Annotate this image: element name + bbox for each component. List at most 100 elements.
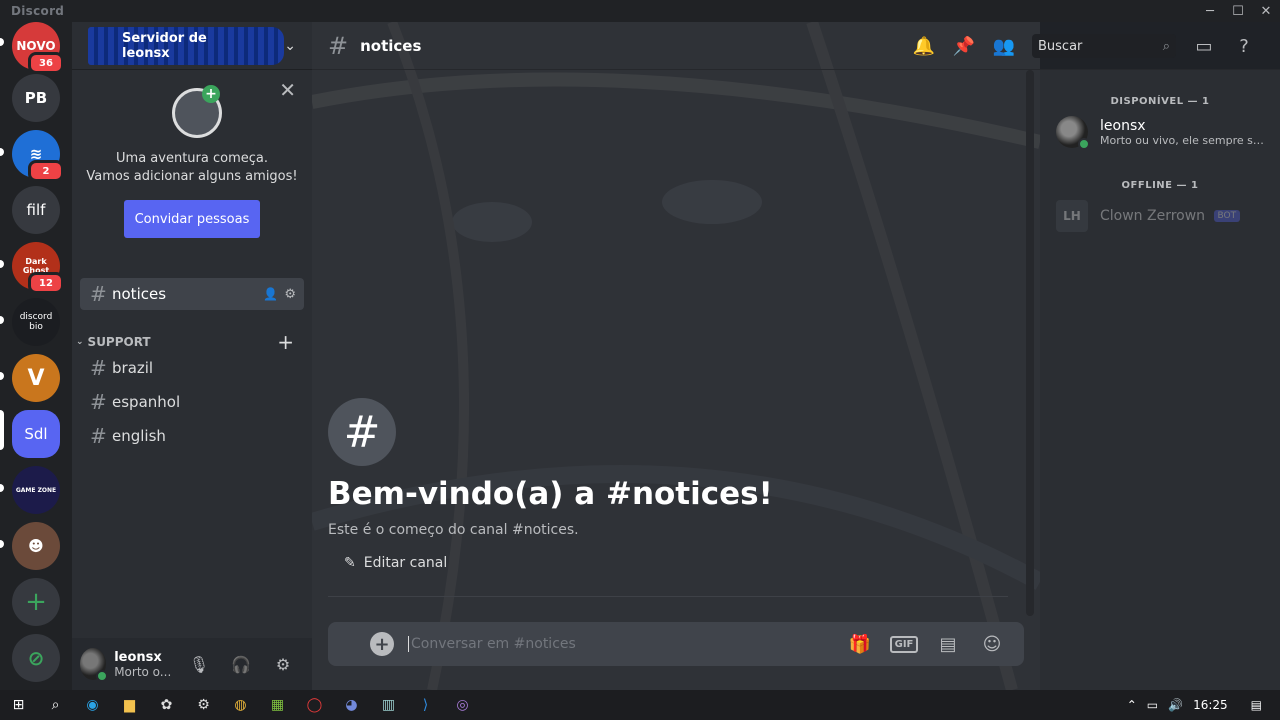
hash-icon: # [328,31,349,60]
inbox-icon[interactable]: ▭ [1184,36,1224,57]
explore-servers-button[interactable]: ⊘ [12,634,60,682]
members-icon[interactable]: 👥 [984,36,1024,57]
user-info[interactable]: leonsx Morto o... [114,650,178,679]
invite-member-icon[interactable]: 👤 [263,287,278,301]
hash-icon: # [328,398,396,466]
upload-plus-icon[interactable]: + [370,632,394,656]
user-panel: leonsx Morto o... 🎙 🎧 ⚙ [72,638,312,690]
app-icon[interactable]: ⚙ [185,690,222,720]
member-list: DISPONÍVEL — 1 leonsx Morto ou vivo, ele… [1040,70,1280,690]
hash-icon: # [90,424,107,448]
message-composer: + 🎁 GIF ▤ ☺ [328,622,1024,666]
server-label: GAME ZONE [15,486,57,494]
member-name: Clown Zerrown [1100,208,1206,224]
server-icon-layers[interactable]: ≋ 2 [12,130,64,182]
server-icon-sdl[interactable]: Sdl [12,410,60,458]
vscode-icon[interactable]: ⟩ [407,690,444,720]
member-item[interactable]: leonsx Morto ou vivo, ele sempre será... [1056,112,1276,152]
network-icon[interactable]: ▭ [1142,698,1163,712]
pin-icon[interactable]: 📌 [944,36,984,57]
search-input[interactable]: Buscar ⌕ [1032,34,1176,58]
gif-button[interactable]: GIF [882,634,926,655]
unread-indicator [0,372,4,380]
server-icon-dark-ghost[interactable]: Dark Ghost 12 [12,242,64,294]
discord-icon[interactable]: ◕ [333,690,370,720]
channel-espanhol[interactable]: # espanhol [80,386,304,418]
unread-indicator [0,316,4,324]
category-support[interactable]: ⌄ SUPPORT + [76,330,308,354]
scrollbar[interactable] [1026,70,1034,616]
server-icon-v[interactable]: V [12,354,60,402]
invite-people-button[interactable]: Convidar pessoas [124,200,260,238]
opera-icon[interactable]: ◯ [296,690,333,720]
notepad-icon[interactable]: ▥ [370,690,407,720]
chevron-up-icon[interactable]: ⌃ [1122,698,1142,712]
create-channel-button[interactable]: + [277,330,294,354]
member-status: Morto ou vivo, ele sempre será... [1100,133,1268,147]
add-server-button[interactable]: + [12,578,60,626]
close-window-button[interactable]: ✕ [1252,0,1280,22]
edge-icon[interactable]: ◉ [74,690,111,720]
bell-icon[interactable]: 🔔 [904,36,944,57]
channel-notices[interactable]: # notices 👤 ⚙ [80,278,304,310]
help-icon[interactable]: ? [1224,36,1264,57]
edit-channel-button[interactable]: ✎ Editar canal [344,555,447,571]
user-name: leonsx [114,649,162,665]
user-status: Morto o... [114,664,172,679]
os-taskbar: ⊞ ⌕ ◉ ▆ ✿ ⚙ ◍ ▦ ◯ ◕ ▥ ⟩ ◎ ⌃ ▭ 🔊 16:25 ▤ [0,690,1280,720]
message-input[interactable] [408,636,838,652]
hash-icon: # [90,282,107,306]
channel-label: brazil [112,359,154,377]
divider [328,596,1008,597]
invite-card: + Uma aventura começa. Vamos adicionar a… [72,70,312,250]
channel-brazil[interactable]: # brazil [80,352,304,384]
search-icon[interactable]: ⌕ [37,690,74,720]
minimize-button[interactable]: ─ [1196,0,1224,22]
avatar [1056,116,1090,150]
unread-indicator [0,540,4,548]
channel-english[interactable]: # english [80,420,304,452]
compass-icon: ⊘ [27,646,45,670]
server-icon-avatar[interactable]: ☻ [12,522,60,570]
server-icon-game-zone[interactable]: GAME ZONE [12,466,60,514]
server-icon-filf[interactable]: filf [12,186,60,234]
server-icon-pb[interactable]: PB [12,74,60,122]
notification-icon[interactable]: ▤ [1233,698,1280,712]
server-label: discord bio [19,312,53,332]
close-icon[interactable]: ✕ [279,78,296,102]
gift-icon[interactable]: 🎁 [838,634,882,655]
volume-icon[interactable]: 🔊 [1163,698,1188,712]
gear-icon[interactable]: ⚙ [284,287,296,302]
member-item[interactable]: LH Clown Zerrown BOT [1056,196,1276,236]
server-icon-discord-bio[interactable]: discord bio [12,298,60,346]
invite-line-2: Vamos adicionar alguns amigos! [86,169,298,184]
chrome-icon[interactable]: ◍ [222,690,259,720]
app-icon[interactable]: ✿ [148,690,185,720]
unread-indicator [0,148,4,156]
maximize-button[interactable]: ☐ [1224,0,1252,22]
server-label: V [27,365,45,391]
channel-sidebar: Servidor de leonsx ⌄ + Uma aventura come… [72,22,312,690]
minecraft-icon[interactable]: ▦ [259,690,296,720]
windows-start-icon[interactable]: ⊞ [0,690,37,720]
github-icon[interactable]: ◎ [444,690,481,720]
server-label: NOVO [16,39,56,53]
server-header[interactable]: Servidor de leonsx ⌄ [72,22,312,70]
avatar[interactable] [80,648,109,682]
title-bar: Discord ─ ☐ ✕ [0,0,1280,22]
emoji-icon[interactable]: ☺ [970,634,1014,655]
avatar: LH [1056,200,1088,232]
folder-icon[interactable]: ▆ [111,690,148,720]
headphones-icon[interactable]: 🎧 [220,648,262,680]
server-icon-novo[interactable]: NOVO 36 [12,22,64,74]
gear-icon[interactable]: ⚙ [262,648,304,680]
app-title: Discord [11,4,65,18]
sticker-icon[interactable]: ▤ [926,634,970,655]
microphone-icon[interactable]: 🎙 [178,648,220,680]
clock[interactable]: 16:25 [1188,698,1233,712]
gif-label: GIF [889,635,919,653]
channel-title: notices [360,36,422,55]
server-label: filf [26,201,46,219]
chat-area: # Bem-vindo(a) a #notices! Este é o come… [312,22,1040,690]
search-placeholder: Buscar [1038,38,1083,54]
